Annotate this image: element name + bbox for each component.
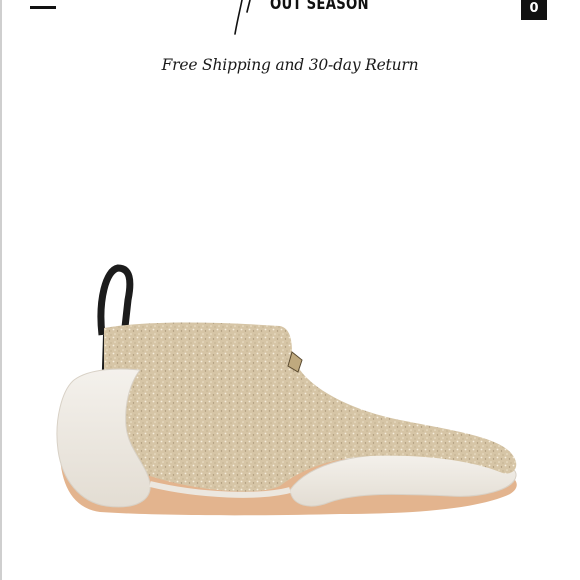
shipping-banner: Free Shipping and 30-day Return [161, 56, 419, 74]
logo-text: OUT SEASON [270, 0, 369, 14]
cart-count: 0 [529, 1, 539, 16]
hamburger-menu-button[interactable] [30, 0, 60, 12]
brand-logo[interactable]: OUT SEASON [228, 0, 369, 40]
hamburger-menu-icon [30, 6, 56, 9]
cart-button[interactable]: 0 [521, 0, 547, 20]
logo-script-mark-icon [234, 0, 251, 35]
page-edge-divider [0, 0, 2, 580]
product-image[interactable] [40, 240, 540, 530]
product-page: OUT SEASON 0 Free Shipping and 30-day Re… [0, 0, 580, 580]
